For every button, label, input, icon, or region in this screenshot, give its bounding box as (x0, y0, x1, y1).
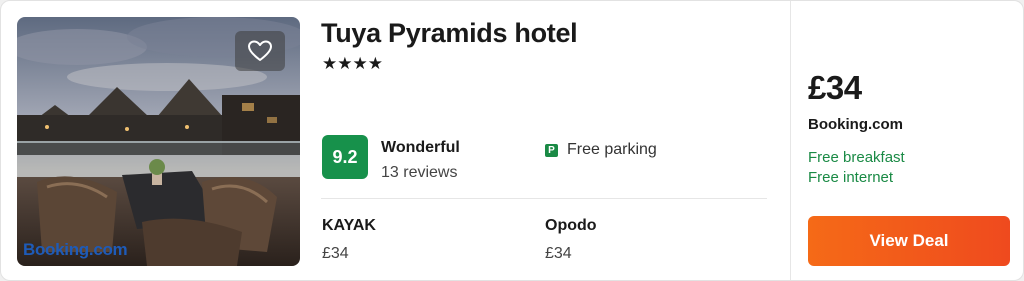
deal-provider: Booking.com (808, 116, 904, 133)
column-divider (790, 1, 791, 280)
provider-opodo-name[interactable]: Opodo (545, 217, 597, 235)
provider-kayak-name[interactable]: KAYAK (322, 217, 376, 235)
divider (321, 198, 767, 199)
star-rating: ★★★★ (322, 54, 383, 73)
deal-price: £34 (808, 69, 862, 106)
parking-icon: P (545, 143, 558, 157)
review-count[interactable]: 13 reviews (381, 164, 457, 182)
rating-label: Wonderful (381, 139, 460, 156)
review-score-badge: 9.2 (322, 135, 368, 179)
amenity-label: Free parking (567, 141, 657, 158)
view-deal-button[interactable]: View Deal (808, 216, 1010, 266)
perk-free-internet: Free internet (808, 169, 894, 186)
hotel-photo[interactable]: Booking.com (17, 17, 300, 266)
hotel-result-card[interactable]: Booking.com Tuya Pyramids hotel ★★★★ 9.2… (0, 0, 1024, 281)
provider-kayak-price[interactable]: £34 (322, 245, 349, 263)
amenity-free-parking: P Free parking (545, 141, 657, 159)
perk-free-breakfast: Free breakfast (808, 149, 905, 166)
heart-icon (248, 40, 272, 61)
hotel-name[interactable]: Tuya Pyramids hotel (321, 18, 578, 49)
photo-watermark: Booking.com (23, 240, 128, 259)
provider-opodo-price[interactable]: £34 (545, 245, 572, 263)
favorite-button[interactable] (235, 31, 285, 71)
